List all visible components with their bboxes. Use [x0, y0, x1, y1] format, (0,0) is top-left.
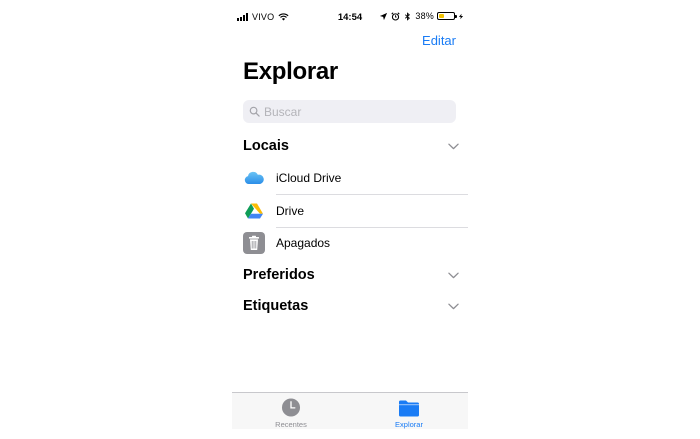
search-input[interactable] [264, 104, 444, 119]
section-title-locations: Locais [243, 138, 289, 154]
search-icon [249, 106, 260, 117]
alarm-icon [391, 11, 401, 21]
edit-button[interactable]: Editar [422, 33, 456, 48]
section-title-tags: Etiquetas [243, 298, 309, 314]
screenshot-canvas: VIVO 14:54 38% Editar Explorar Buscar Lo… [0, 0, 700, 439]
charging-bolt-icon [458, 13, 464, 19]
battery-level-fill [439, 14, 445, 18]
tab-browse[interactable]: Explorar [350, 393, 468, 430]
location-item-label: Drive [276, 204, 305, 218]
location-item-icloud-drive[interactable]: iCloud Drive [243, 162, 468, 194]
bluetooth-icon [405, 11, 411, 21]
location-item-label: iCloud Drive [276, 171, 342, 185]
folder-icon [399, 400, 419, 417]
tab-recents[interactable]: Recentes [232, 393, 350, 430]
section-header-tags[interactable]: Etiquetas [243, 296, 460, 316]
status-bar: VIVO 14:54 38% [232, 0, 468, 34]
chevron-down-icon[interactable] [448, 303, 459, 310]
files-app-screen: VIVO 14:54 38% Editar Explorar Buscar Lo… [232, 0, 468, 429]
battery-nub [455, 15, 457, 18]
search-field[interactable] [243, 100, 456, 123]
section-header-locations[interactable]: Locais [243, 136, 460, 156]
google-drive-icon [243, 200, 265, 222]
status-right: 38% [379, 11, 464, 21]
page-title: Explorar [243, 58, 338, 85]
battery-icon [437, 12, 457, 20]
trash-icon [243, 232, 265, 254]
tab-bar: Recentes Explorar [232, 392, 468, 429]
icloud-icon [243, 167, 265, 189]
phone-bottom-edge [232, 429, 468, 439]
battery-percent: 38% [415, 11, 434, 21]
location-item-deleted[interactable]: Apagados [243, 227, 468, 259]
section-header-favorites[interactable]: Preferidos [243, 265, 460, 285]
section-title-favorites: Preferidos [243, 267, 315, 283]
clock-icon [281, 398, 301, 417]
location-item-drive[interactable]: Drive [243, 195, 468, 227]
tab-label-browse: Explorar [395, 420, 423, 429]
chevron-down-icon[interactable] [448, 143, 459, 150]
chevron-down-icon[interactable] [448, 272, 459, 279]
tab-label-recents: Recentes [275, 420, 307, 429]
location-item-label: Apagados [276, 236, 331, 250]
location-arrow-icon [380, 12, 388, 20]
